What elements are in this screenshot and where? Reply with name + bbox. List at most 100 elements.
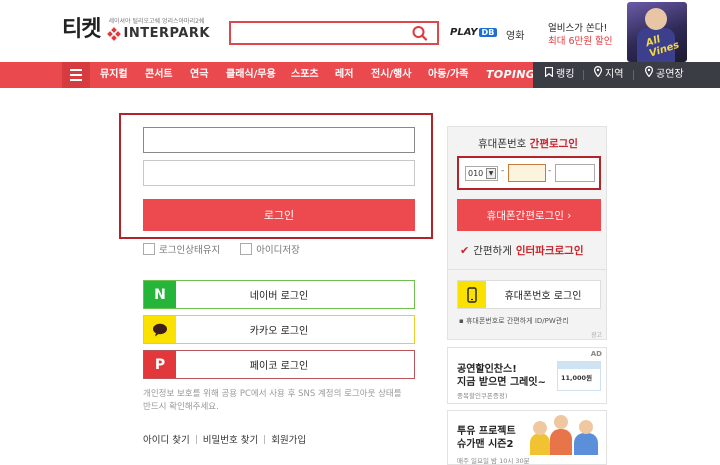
hamburger-icon[interactable] [62,62,90,88]
payco-login-label: 페이코 로그인 [249,361,309,372]
ad2-line2: 슈가맨 시즌2 [457,439,514,450]
category-nav: 뮤지컬 콘서트 연극 클래식/무용 스포츠 레저 전시/행사 아동/가족 TOP… [0,62,720,88]
nav-item-sports[interactable]: 스포츠 [291,62,319,88]
coupon-card-image: 11,000원 [557,361,601,391]
phone-login-panel: 휴대폰번호 간편로그인 010 ▼ - - 휴대폰간편로그인 › ✔ 간편하게 … [447,126,607,340]
logo-tagline: 세이셔야 털리오고쉐 엉리스아마리2쉐 [108,18,205,25]
find-id-link[interactable]: 아이디 찾기 [143,432,190,446]
logo-right: 세이셔야 털리오고쉐 엉리스아마리2쉐 INTERPARK [107,18,210,42]
kakao-login-label: 카카오 로그인 [249,326,309,337]
find-password-link[interactable]: 비밀번호 찾기 [203,432,258,446]
search-icon[interactable] [411,25,429,41]
search-box [229,21,439,45]
speech-bubble-icon [144,316,176,343]
cast-figure [574,433,598,455]
phone-simple-login-button[interactable]: 휴대폰간편로그인 › [457,199,601,231]
account-links: 아이디 찾기 비밀번호 찾기 회원가입 [143,432,306,446]
nav-item-exhibition[interactable]: 전시/행사 [371,62,411,88]
promo-line1: 얼비스가 쏜다! [548,23,608,34]
nav-venue-label: 공연장 [656,69,684,80]
notice-line2: 반드시 확인해주세요. [143,402,219,412]
save-id-label: 아이디저장 [256,245,300,256]
logo-brand-text: INTERPARK [123,26,210,41]
password-input[interactable] [144,161,414,185]
nav-separator [583,70,584,80]
phone-prefix-select[interactable]: 010 ▼ [465,166,498,181]
nav-ranking[interactable]: 랭킹 [544,62,575,88]
id-input[interactable] [144,128,414,152]
checkbox-box [143,243,155,255]
phone-last-input[interactable] [555,164,595,182]
interpark-mark-icon [107,27,122,41]
promo-banner[interactable]: 얼비스가 쏜다! 최대 6만원 할인 [548,22,613,48]
sugarman-cast-image [528,415,604,455]
phone-middle-field[interactable] [509,165,545,181]
phone-prefix-value: 010 [468,169,484,178]
nav-item-leisure[interactable]: 레저 [335,62,353,88]
ad2-line3: 매주 일요일 밤 10시 30분 [457,457,530,465]
phone-login-title-highlight: 간편로그인 [529,138,578,150]
keep-login-checkbox[interactable]: 로그인상태유지 [143,242,220,256]
play-logo-badge: DB [478,28,498,37]
login-form: 로그인 [119,113,433,239]
phone-dash: - [501,166,505,176]
coupon-price: 11,000원 [561,374,593,382]
simple-login-prefix: 간편하게 [473,245,512,257]
logo-ticket-text: 티켓 [62,17,101,42]
signup-link[interactable]: 회원가입 [271,432,306,446]
nav-item-concert[interactable]: 콘서트 [145,62,173,88]
nav-item-classic-dance[interactable]: 클래식/무용 [226,62,276,88]
keep-login-label: 로그인상태유지 [159,245,221,256]
phone-number-login-button[interactable]: 휴대폰번호 로그인 [457,280,601,309]
nav-region[interactable]: 지역 [593,62,623,88]
cast-head [533,421,547,435]
naver-login-label: 네이버 로그인 [249,291,309,302]
coupon-strip [558,362,600,369]
sugarman-ad-banner[interactable]: 투유 프로젝트 슈가맨 시즌2 매주 일요일 밤 10시 30분 [447,410,607,465]
phone-login-title: 휴대폰번호 간편로그인 [448,136,608,151]
nav-ranking-label: 랭킹 [556,69,575,80]
ad1-line2: 지금 받으면 그레잇~ [457,377,546,388]
nav-item-kids-family[interactable]: 아동/가족 [428,62,468,88]
login-options: 로그인상태유지 아이디저장 [143,242,300,256]
nav-venue[interactable]: 공연장 [644,62,684,88]
smartphone-icon [458,281,486,308]
naver-login-button[interactable]: N 네이버 로그인 [143,280,415,309]
nav-item-toping[interactable]: TOPING [486,62,535,88]
chevron-down-icon: ▼ [486,168,496,179]
search-input[interactable] [231,23,406,43]
cast-head [554,415,568,429]
bookmark-icon [544,62,554,88]
promo-image[interactable]: All Vines [627,2,687,62]
save-id-checkbox[interactable]: 아이디저장 [240,242,300,256]
location-pin-icon [593,62,603,88]
location-pin-icon [644,62,654,88]
phone-login-note: ▪ 휴대폰번호로 간편하게 ID/PW관리 [459,317,569,325]
ad-tag: AD [590,350,602,358]
phone-login-title-prefix: 휴대폰번호 [478,138,530,150]
checkmark-icon: ✔ [460,244,470,257]
id-field [143,127,415,153]
playdb-link[interactable]: PLAY DB [450,27,498,38]
phone-middle-input[interactable] [508,164,546,182]
movie-link[interactable]: 영화 [506,27,524,42]
panel-divider [448,269,606,270]
nav-right-group: 랭킹 지역 공연장 [533,62,720,88]
payco-login-button[interactable]: P 페이코 로그인 [143,350,415,379]
ad-label: 광고 [590,332,602,339]
phone-last-field[interactable] [556,165,594,181]
interpark-simple-login-toggle[interactable]: ✔ 간편하게 인터파크로그인 [460,243,583,258]
logo-brand: INTERPARK [107,26,210,42]
interpark-ticket-logo[interactable]: 티켓 세이셔야 털리오고쉐 엉리스아마리2쉐 INTERPARK [62,18,210,42]
phone-dash: - [548,166,552,176]
discount-ad-banner[interactable]: AD 공연할인찬스! 지금 받으면 그레잇~ 중복할인쿠폰증정) 11,000원 [447,347,607,404]
payco-icon: P [144,351,176,378]
kakao-login-button[interactable]: 카카오 로그인 [143,315,415,344]
nav-item-play[interactable]: 연극 [190,62,208,88]
naver-icon: N [144,281,176,308]
promo-line2: 최대 6만원 할인 [548,36,613,47]
nav-item-musical[interactable]: 뮤지컬 [100,62,128,88]
promo-figure-head [645,8,667,30]
cast-figure [550,429,572,455]
login-button[interactable]: 로그인 [143,199,415,231]
